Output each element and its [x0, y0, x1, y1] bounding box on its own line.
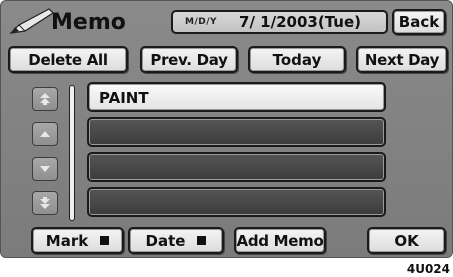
- up-arrow-icon: [40, 131, 50, 137]
- scroll-up-button[interactable]: [32, 122, 58, 146]
- memo-row[interactable]: [87, 152, 386, 182]
- ok-button[interactable]: OK: [367, 227, 446, 254]
- page-title: Memo: [51, 9, 126, 35]
- memo-screen: Memo M/D/Y 7/ 1/2003(Tue) Back Delete Al…: [0, 0, 453, 258]
- today-button[interactable]: Today: [248, 46, 346, 73]
- mark-button[interactable]: Mark: [31, 227, 124, 254]
- date-label: Date: [145, 231, 186, 250]
- double-down-arrow-icon: [40, 197, 50, 209]
- scrollbar-track[interactable]: [69, 85, 75, 221]
- date-button[interactable]: Date: [128, 227, 224, 254]
- date-indicator-icon: [197, 236, 207, 245]
- pencil-icon: [9, 8, 54, 34]
- memo-text: PAINT: [99, 89, 149, 107]
- next-day-button[interactable]: Next Day: [356, 46, 448, 73]
- date-display: M/D/Y 7/ 1/2003(Tue): [171, 10, 388, 34]
- down-arrow-icon: [40, 166, 50, 172]
- scroll-page-up-button[interactable]: [32, 87, 58, 111]
- memo-row[interactable]: [87, 187, 386, 217]
- date-value: 7/ 1/2003(Tue): [239, 13, 361, 31]
- back-button[interactable]: Back: [392, 9, 446, 35]
- delete-all-button[interactable]: Delete All: [8, 46, 128, 73]
- prev-day-button[interactable]: Prev. Day: [140, 46, 238, 73]
- mark-label: Mark: [45, 231, 89, 250]
- mark-indicator-icon: [100, 236, 110, 245]
- figure-code: 4U024: [406, 262, 450, 276]
- scroll-page-down-button[interactable]: [32, 191, 58, 215]
- memo-row[interactable]: [87, 117, 386, 147]
- date-format-label: M/D/Y: [185, 17, 218, 27]
- double-up-arrow-icon: [40, 93, 50, 105]
- title-area: Memo: [9, 7, 169, 37]
- memo-row[interactable]: PAINT: [87, 82, 386, 112]
- add-memo-button[interactable]: Add Memo: [234, 227, 326, 254]
- scroll-down-button[interactable]: [32, 157, 58, 181]
